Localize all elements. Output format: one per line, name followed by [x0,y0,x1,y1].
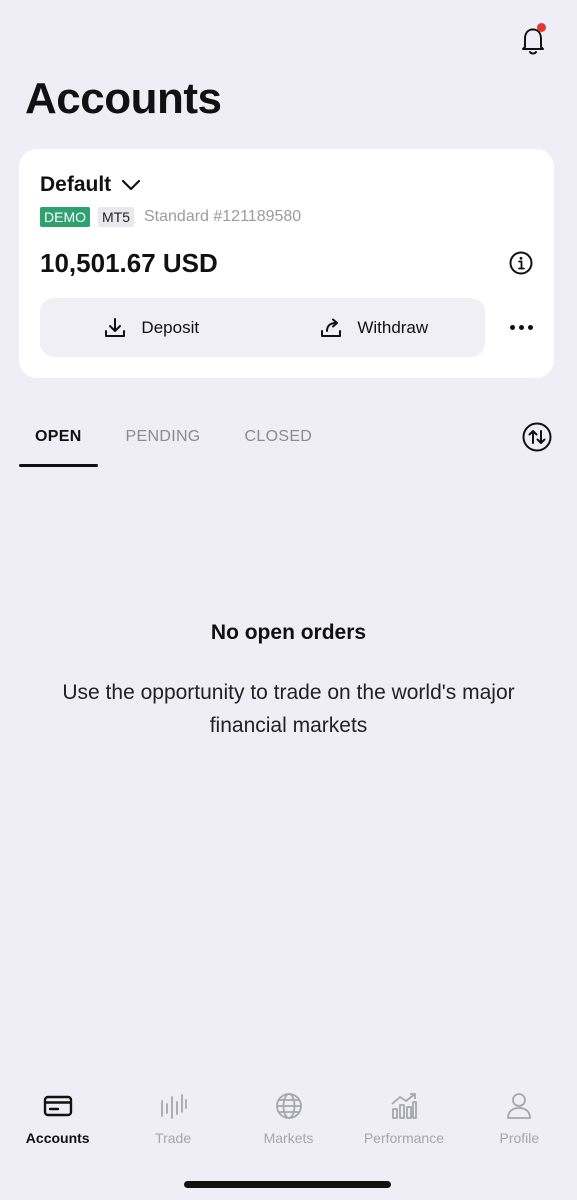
nav-markets[interactable]: Markets [231,1090,346,1160]
nav-performance[interactable]: Performance [346,1090,461,1160]
account-selector[interactable]: Default [40,173,141,197]
nav-accounts-label: Accounts [25,1130,90,1146]
nav-performance-label: Performance [363,1130,444,1146]
more-options-button[interactable] [507,317,535,337]
tab-open[interactable]: OPEN [19,418,97,467]
nav-accounts[interactable]: Accounts [0,1090,115,1160]
account-balance: 10,501.67 USD [40,248,218,278]
account-number: Standard #121189580 [144,208,302,225]
empty-state-message: Use the opportunity to trade on the worl… [62,681,515,737]
nav-trade-label: Trade [155,1130,192,1146]
download-icon [105,317,126,337]
tab-closed[interactable]: CLOSED [245,418,313,466]
account-actions: Deposit Withdraw [40,298,485,357]
tab-pending[interactable]: PENDING [126,418,201,466]
notification-bell-icon[interactable] [515,22,551,58]
page-title: Accounts [25,74,222,123]
withdraw-label: Withdraw [357,317,429,337]
nav-profile-label: Profile [499,1130,540,1146]
home-indicator[interactable] [184,1181,391,1188]
orders-tabs: OPEN PENDING CLOSED [19,418,356,468]
more-dot [518,324,524,330]
nav-trade[interactable]: Trade [115,1090,230,1160]
more-dot [527,324,533,330]
chart-icon [391,1093,417,1119]
globe-icon [275,1093,302,1119]
nav-profile[interactable]: Profile [462,1090,577,1160]
bottom-nav: Accounts Trade Markets Performance Profi… [0,1090,577,1160]
sort-icon[interactable] [522,422,552,452]
chevron-down-icon [122,179,141,191]
platform-badge: MT5 [98,207,134,227]
share-out-icon [321,318,342,337]
deposit-button[interactable]: Deposit [40,298,263,357]
account-name: Default [40,173,112,196]
nav-markets-label: Markets [263,1130,314,1146]
info-icon[interactable] [509,251,533,275]
wallet-icon [43,1095,72,1117]
candles-icon [161,1094,188,1119]
deposit-label: Deposit [141,317,200,337]
empty-state-title: No open orders [210,621,367,644]
person-icon [507,1093,532,1119]
withdraw-button[interactable]: Withdraw [263,298,486,357]
notification-dot [537,23,546,32]
demo-badge: DEMO [40,207,90,227]
account-badges: DEMO MT5 Standard #121189580 [40,207,301,227]
account-card: Default DEMO MT5 Standard #121189580 10,… [19,149,554,378]
more-dots-icon [509,324,515,330]
